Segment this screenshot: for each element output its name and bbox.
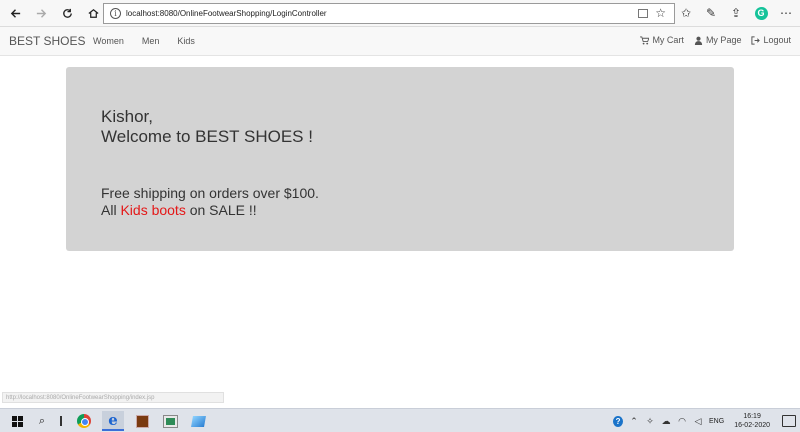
wifi-icon[interactable]: ◠	[677, 416, 687, 426]
windows-taskbar: ⌕ e ? ⌃ ✧ ☁ ◠ ◁ ENG 16:19 16-02-2020	[0, 408, 800, 432]
sale-prefix: All	[101, 202, 121, 218]
system-tray: ? ⌃ ✧ ☁ ◠ ◁ ENG 16:19 16-02-2020	[613, 411, 796, 431]
my-page-link[interactable]: My Page	[694, 35, 742, 45]
chrome-taskbar-icon[interactable]	[74, 411, 94, 431]
logout-label: Logout	[763, 35, 791, 45]
sale-line: All Kids boots on SALE !!	[101, 202, 319, 219]
back-button[interactable]	[4, 2, 26, 24]
account-nav: My Cart My Page Logout	[640, 35, 791, 45]
favorites-hub-icon[interactable]: ✩	[678, 4, 694, 22]
welcome-jumbotron: Kishor, Welcome to BEST SHOES ! Free shi…	[66, 67, 734, 251]
category-nav: Women Men Kids	[93, 36, 213, 46]
user-icon	[694, 36, 703, 45]
app-taskbar-icon-3[interactable]	[188, 411, 208, 431]
free-shipping-line: Free shipping on orders over $100.	[101, 185, 319, 201]
help-icon[interactable]: ?	[613, 415, 624, 427]
my-page-label: My Page	[705, 35, 742, 45]
chevron-up-icon[interactable]: ⌃	[629, 416, 639, 426]
language-indicator[interactable]: ENG	[709, 418, 724, 425]
my-cart-label: My Cart	[652, 35, 684, 45]
site-navbar: BEST SHOES Women Men Kids My Cart My Pag…	[0, 27, 800, 56]
volume-icon[interactable]: ◁	[693, 416, 703, 426]
pen-icon[interactable]: ✎	[703, 4, 719, 22]
app-taskbar-icon-2[interactable]	[160, 411, 180, 431]
site-info-icon[interactable]: i	[110, 8, 121, 19]
cloud-icon[interactable]: ☁	[661, 416, 671, 426]
app-taskbar-icon-1[interactable]	[132, 411, 152, 431]
grammarly-extension-icon[interactable]: G	[753, 4, 769, 22]
user-name: Kishor,	[101, 107, 153, 126]
home-icon	[87, 8, 99, 18]
forward-button[interactable]	[30, 2, 52, 24]
refresh-icon	[62, 8, 72, 18]
sale-suffix: on SALE !!	[185, 202, 257, 218]
windows-logo-icon	[11, 415, 23, 427]
notification-icon[interactable]	[782, 415, 796, 427]
status-url-hint: http://localhost:8080/OnlineFootwearShop…	[2, 392, 224, 403]
nav-link-kids[interactable]: Kids	[177, 36, 195, 46]
dropbox-icon[interactable]: ✧	[645, 416, 655, 426]
browser-tools: ✩ ✎ ⇪ G ⋯	[678, 4, 794, 22]
refresh-button[interactable]	[56, 2, 78, 24]
welcome-message: Welcome to BEST SHOES !	[101, 127, 313, 146]
arrow-left-icon	[10, 8, 20, 18]
logout-link[interactable]: Logout	[751, 35, 791, 45]
task-view-icon[interactable]	[56, 411, 66, 431]
url-input[interactable]	[126, 9, 606, 18]
edge-taskbar-icon[interactable]: e	[102, 411, 124, 431]
nav-link-women[interactable]: Women	[93, 36, 124, 46]
share-icon[interactable]: ⇪	[728, 4, 744, 22]
more-menu-icon[interactable]: ⋯	[778, 4, 794, 22]
greeting: Kishor, Welcome to BEST SHOES !	[101, 107, 313, 147]
start-button[interactable]	[8, 411, 26, 431]
home-button[interactable]	[82, 2, 104, 24]
promotion-text: Free shipping on orders over $100. All K…	[101, 185, 319, 219]
clock[interactable]: 16:19 16-02-2020	[734, 412, 770, 430]
browser-toolbar: i ☆ ✩ ✎ ⇪ G ⋯	[0, 0, 800, 27]
cart-icon	[640, 35, 650, 45]
nav-link-men[interactable]: Men	[142, 36, 160, 46]
reading-view-icon[interactable]	[638, 9, 648, 18]
address-bar[interactable]: i ☆	[103, 3, 675, 24]
logout-icon	[751, 35, 761, 45]
search-icon[interactable]: ⌕	[34, 411, 50, 431]
my-cart-link[interactable]: My Cart	[640, 35, 684, 45]
clock-time: 16:19	[743, 413, 761, 420]
favorite-star-icon[interactable]: ☆	[655, 6, 666, 20]
sale-highlight: Kids boots	[120, 202, 186, 218]
arrow-right-icon	[36, 8, 46, 18]
clock-date: 16-02-2020	[734, 422, 770, 429]
brand-logo[interactable]: BEST SHOES	[9, 34, 85, 48]
